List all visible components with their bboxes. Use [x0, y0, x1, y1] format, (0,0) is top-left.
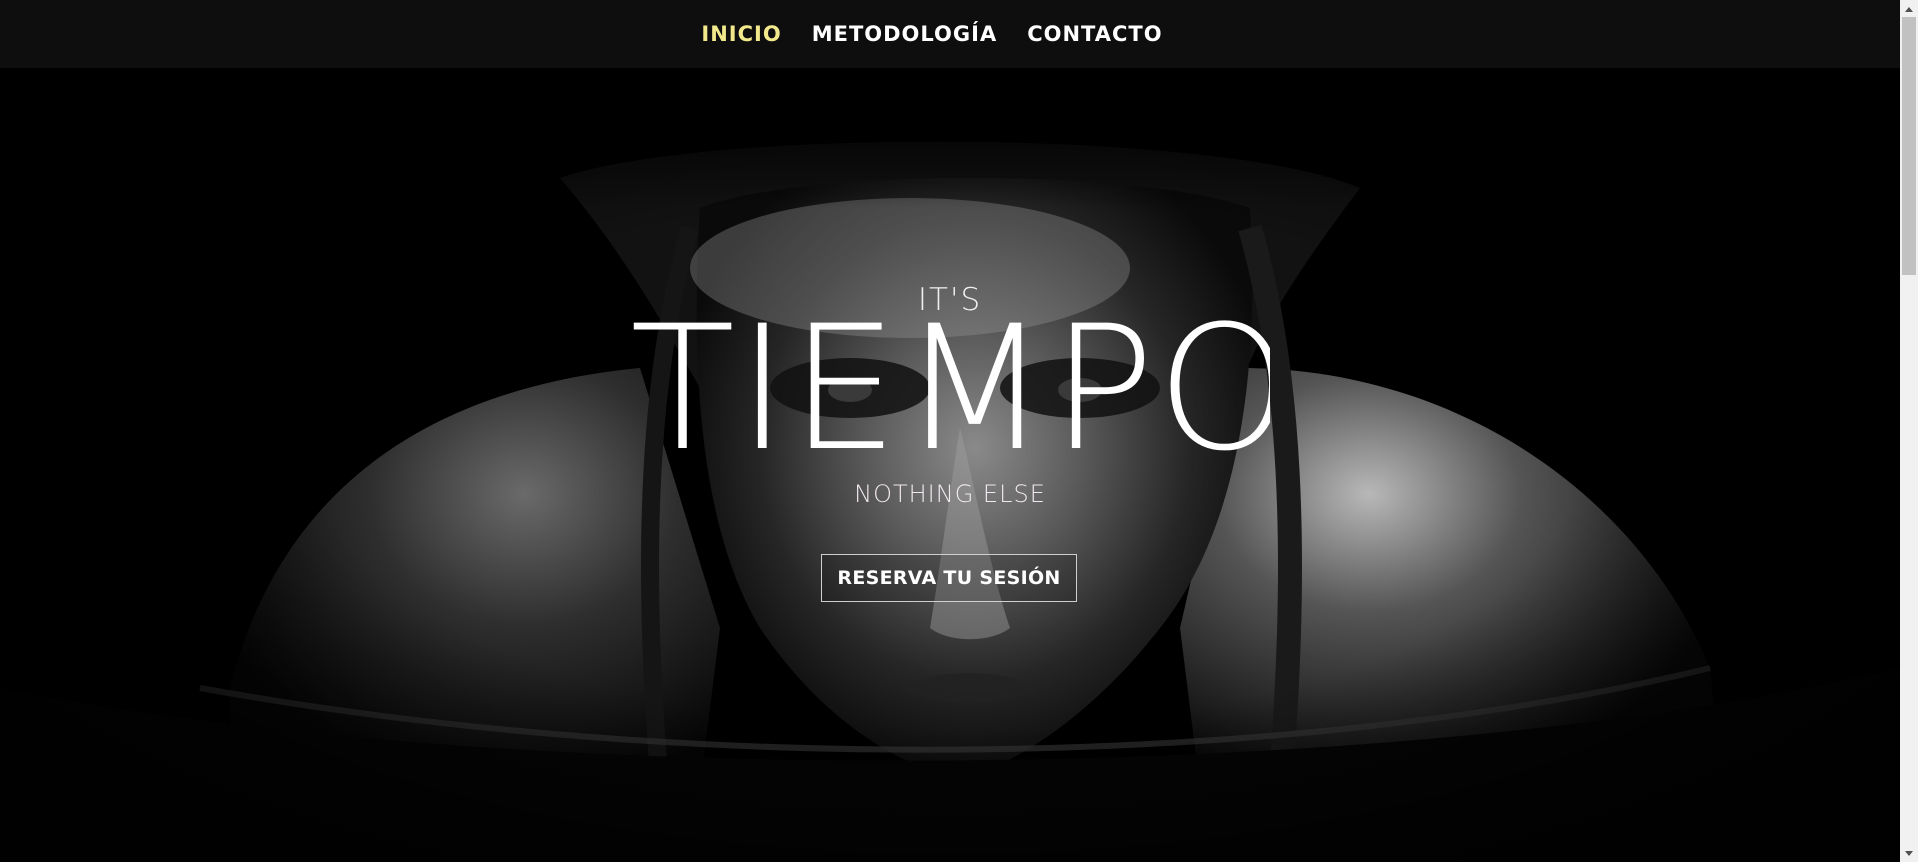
arrow-up-icon[interactable]: [1900, 0, 1918, 17]
nav-link-contacto[interactable]: CONTACTO: [1027, 22, 1162, 46]
nav-links: INICIO METODOLOGÍA CONTACTO: [701, 22, 1162, 46]
hero-title-text: TIEMPO: [630, 318, 1270, 478]
hero-eyebrow: IT'S: [917, 282, 983, 318]
hero-content: IT'S TIEMPO NOTHING ELSE RESERVA TU SESI…: [0, 68, 1900, 862]
nav-link-metodologia[interactable]: METODOLOGÍA: [812, 22, 998, 46]
top-navigation: INICIO METODOLOGÍA CONTACTO: [0, 0, 1900, 68]
hero-subtitle: NOTHING ELSE: [854, 480, 1046, 508]
arrow-down-icon[interactable]: [1900, 845, 1918, 862]
hero-section: IT'S TIEMPO NOTHING ELSE RESERVA TU SESI…: [0, 68, 1900, 862]
reserve-session-button[interactable]: RESERVA TU SESIÓN: [821, 554, 1077, 602]
scrollbar-thumb[interactable]: [1902, 17, 1916, 275]
vertical-scrollbar[interactable]: [1900, 0, 1918, 862]
page: INICIO METODOLOGÍA CONTACTO IT'S TIEMPO …: [0, 0, 1918, 862]
hero-title: TIEMPO: [630, 318, 1270, 478]
hero-title-wrap: TIEMPO: [0, 318, 1900, 478]
nav-link-inicio[interactable]: INICIO: [701, 22, 781, 46]
